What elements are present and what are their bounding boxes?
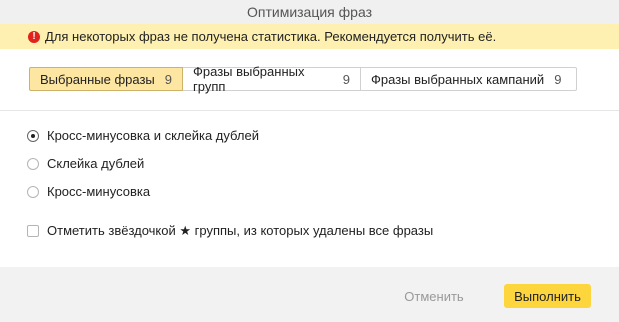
option-cross-minus-and-merge[interactable]: Кросс-минусовка и склейка дублей <box>27 128 259 143</box>
option-label: Кросс-минусовка и склейка дублей <box>47 128 259 143</box>
radio-button[interactable] <box>27 129 39 142</box>
cancel-button[interactable]: Отменить <box>393 284 475 308</box>
option-cross-minus[interactable]: Кросс-минусовка <box>27 184 150 199</box>
option-label: Кросс-минусовка <box>47 184 151 199</box>
warning-text: Для некоторых фраз не получена статистик… <box>45 29 497 44</box>
tab-group-phrases[interactable]: Фразы выбранных групп 9 <box>183 64 361 94</box>
tab-label: Фразы выбранных групп <box>193 64 305 94</box>
run-button[interactable]: Выполнить <box>504 284 591 308</box>
option-label: Склейка дублей <box>47 156 145 171</box>
phrase-scope-tabs: Выбранные фразы 9 Фразы выбранных групп … <box>29 64 577 94</box>
star-groups-option[interactable]: Отметить звёздочкой ★ группы, из которых… <box>27 223 433 239</box>
tab-count: 9 <box>342 71 350 87</box>
checkbox-label: Отметить звёздочкой ★ группы, из которых… <box>47 223 434 238</box>
tab-label: Выбранные фразы <box>40 71 155 87</box>
tab-count: 9 <box>554 71 562 87</box>
warning-banner: ! Для некоторых фраз не получена статист… <box>0 24 619 49</box>
radio-button[interactable] <box>27 185 39 198</box>
tab-label: Фразы выбранных кампаний <box>371 71 545 87</box>
exclamation-icon: ! <box>28 30 40 43</box>
tab-selected-phrases[interactable]: Выбранные фразы 9 <box>29 67 183 91</box>
tab-count: 9 <box>164 71 172 87</box>
radio-button[interactable] <box>27 157 39 170</box>
star-groups-checkbox[interactable] <box>27 225 39 237</box>
dialog-footer: Отменить Выполнить <box>0 267 619 322</box>
option-merge-duplicates[interactable]: Склейка дублей <box>27 156 144 171</box>
tab-campaign-phrases[interactable]: Фразы выбранных кампаний 9 <box>361 67 577 91</box>
dialog-title: Оптимизация фраз <box>0 0 619 24</box>
divider <box>0 110 619 111</box>
